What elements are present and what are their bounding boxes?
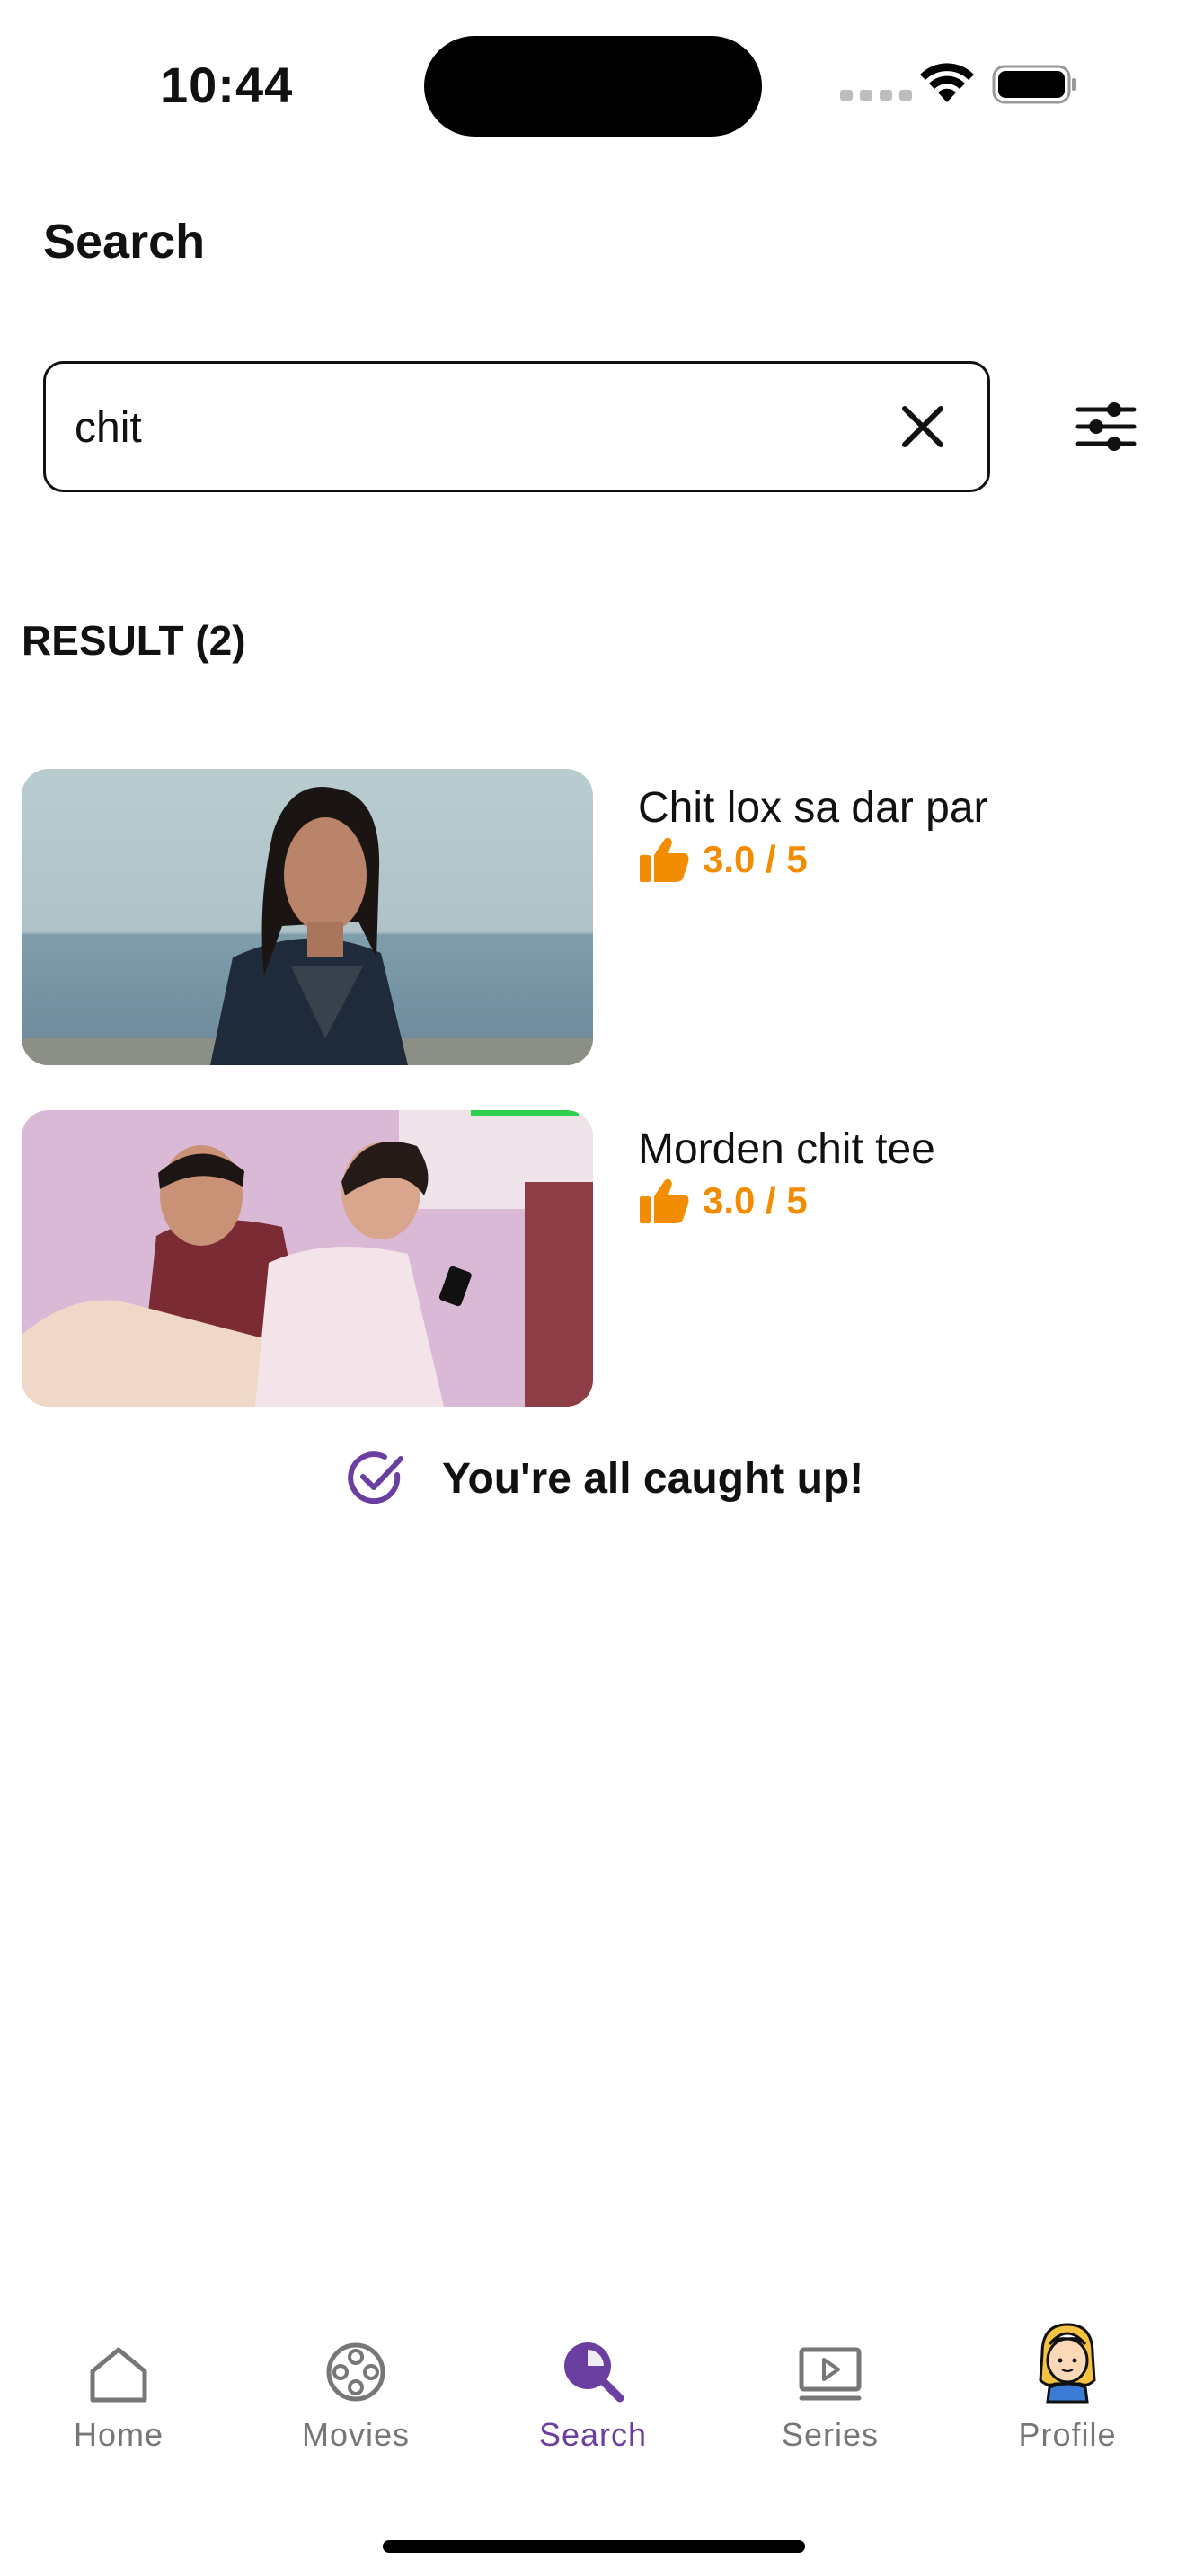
- nav-label: Series: [781, 2416, 880, 2453]
- rating-value: 3.0 / 5: [703, 838, 808, 880]
- status-time: 10:44: [160, 57, 294, 113]
- check-circle-icon: [348, 1451, 403, 1504]
- sliders-icon: [1075, 402, 1137, 451]
- result-count-heading: RESULT (2): [22, 617, 246, 664]
- battery-icon: [992, 65, 1078, 109]
- dynamic-island: [424, 36, 762, 137]
- cellular-signal-icon: [840, 90, 912, 101]
- result-item[interactable]: Morden chit tee 3.0 / 5: [22, 1110, 1164, 1407]
- caught-up-message: You're all caught up!: [345, 1448, 863, 1509]
- nav-label: Profile: [1018, 2416, 1117, 2453]
- nav-label: Search: [538, 2416, 648, 2453]
- page-title: Search: [43, 215, 206, 269]
- wifi-icon: [918, 63, 976, 110]
- nav-item-home[interactable]: Home: [0, 2317, 237, 2488]
- nav-item-movies[interactable]: Movies: [237, 2317, 474, 2488]
- nav-item-profile[interactable]: Profile: [949, 2317, 1186, 2488]
- result-rating: 3.0 / 5: [638, 835, 808, 884]
- thumbs-up-icon: [640, 837, 689, 882]
- result-item[interactable]: Chit lox sa dar par 3.0 / 5: [22, 769, 1164, 1065]
- home-icon: [90, 2347, 147, 2403]
- nav-item-series[interactable]: Series: [712, 2317, 949, 2488]
- nav-label: Movies: [301, 2416, 411, 2453]
- caught-up-text: You're all caught up!: [442, 1454, 864, 1503]
- search-screen: 10:44 Search chit RESULT (2) Chit lox sa…: [0, 0, 1186, 2576]
- film-reel-icon: [326, 2342, 385, 2402]
- rating-value: 3.0 / 5: [703, 1179, 808, 1222]
- search-input[interactable]: [73, 364, 885, 491]
- search-field[interactable]: [43, 361, 990, 492]
- result-title: Morden chit tee: [638, 1125, 935, 1173]
- avatar-icon: [1039, 2323, 1096, 2404]
- clear-search-button[interactable]: [896, 400, 950, 454]
- result-thumbnail: [22, 1110, 593, 1407]
- result-rating: 3.0 / 5: [638, 1177, 808, 1225]
- bottom-navigation: Home Movies Search Series Profile: [0, 2317, 1186, 2497]
- play-screen-icon: [799, 2347, 862, 2401]
- result-thumbnail: [22, 769, 593, 1065]
- nav-label: Home: [73, 2416, 164, 2453]
- home-indicator: [383, 2540, 805, 2553]
- nav-item-search[interactable]: Search: [474, 2317, 712, 2488]
- thumbs-up-icon: [640, 1178, 689, 1223]
- result-title: Chit lox sa dar par: [638, 784, 988, 832]
- search-icon: [564, 2342, 624, 2403]
- close-icon: [902, 406, 943, 447]
- filter-button[interactable]: [1075, 395, 1137, 458]
